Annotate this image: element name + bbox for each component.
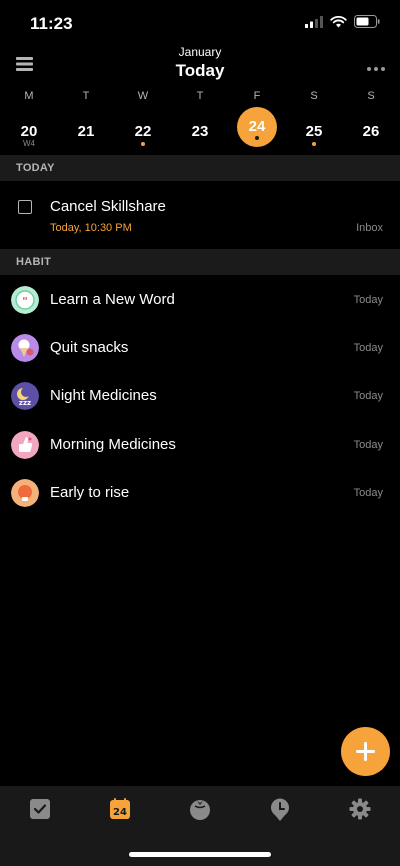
habit-item-night-medicines[interactable]: zzz Night Medicines Today: [0, 371, 400, 419]
task-item[interactable]: Cancel Skillshare Today, 10:30 PM Inbox: [0, 182, 400, 248]
habit-date: Today: [353, 294, 383, 306]
task-checkbox[interactable]: [18, 200, 32, 214]
task-indicator-dot: [312, 142, 316, 146]
day-25[interactable]: S 25: [286, 86, 342, 154]
checkbox-icon: [30, 799, 50, 819]
day-of-week: T: [196, 90, 204, 102]
thumbs-up-icon: [11, 431, 39, 459]
task-indicator-dot: [141, 142, 145, 146]
day-number: 22: [134, 123, 152, 140]
tab-calendar[interactable]: 24: [95, 796, 145, 826]
day-number: 23: [191, 123, 209, 140]
sunrise-icon: [11, 479, 39, 507]
battery-icon: [354, 15, 380, 28]
quote-bubble-icon: ": [11, 286, 39, 314]
section-title: HABIT: [16, 256, 52, 268]
task-due-date: Today, 10:30 PM: [50, 222, 132, 234]
more-button[interactable]: [366, 60, 386, 71]
day-number: 21: [77, 123, 95, 140]
moon-zzz-icon: zzz: [11, 382, 39, 410]
day-number: 25: [305, 123, 323, 140]
day-23[interactable]: T 23: [172, 86, 228, 154]
habit-date: Today: [353, 342, 383, 354]
status-bar: 11:23: [0, 0, 400, 48]
day-number: 24: [237, 107, 277, 147]
task-indicator-dot: [255, 136, 259, 140]
home-indicator: [129, 852, 271, 857]
day-22[interactable]: W 22: [115, 86, 171, 154]
svg-text:": ": [22, 295, 28, 308]
tab-pomodoro[interactable]: [175, 796, 225, 826]
gear-icon: [349, 798, 371, 820]
day-of-week: M: [24, 90, 34, 102]
calendar-day-number: 24: [113, 807, 127, 818]
add-task-button[interactable]: [341, 727, 390, 776]
status-icons: [305, 15, 380, 28]
habit-date: Today: [353, 390, 383, 402]
wifi-icon: [330, 15, 347, 27]
day-of-week: S: [367, 90, 375, 102]
day-of-week: T: [82, 90, 90, 102]
habit-label: Morning Medicines: [50, 436, 176, 453]
day-26[interactable]: S 26: [343, 86, 399, 154]
ellipsis-icon: [367, 67, 385, 71]
ice-cream-icon: [11, 334, 39, 362]
week-strip: M 20 W4 T 21 W 22 T 23 F 24 S 25 S 26: [0, 86, 400, 154]
habit-label: Early to rise: [50, 484, 130, 501]
status-time: 11:23: [30, 14, 73, 33]
day-of-week: F: [253, 90, 261, 102]
habit-label: Learn a New Word: [50, 291, 175, 308]
section-header-habit: HABIT: [0, 249, 400, 275]
header: January Today: [0, 44, 400, 84]
habit-item-quit-snacks[interactable]: Quit snacks Today: [0, 323, 400, 371]
task-title: Cancel Skillshare: [50, 198, 166, 215]
day-of-week: W: [137, 90, 149, 102]
task-list-name: Inbox: [356, 222, 383, 234]
day-24-selected[interactable]: F 24: [229, 86, 285, 154]
tomato-icon: [190, 800, 210, 820]
tab-habit-timer[interactable]: [255, 796, 305, 826]
tab-tasks[interactable]: [15, 796, 65, 826]
habit-label: Night Medicines: [50, 387, 157, 404]
plus-icon: [356, 742, 375, 761]
svg-text:zzz: zzz: [19, 399, 31, 407]
day-20[interactable]: M 20 W4: [1, 86, 57, 154]
tab-settings[interactable]: [335, 796, 385, 826]
page-title: Today: [175, 61, 225, 80]
section-header-today: TODAY: [0, 155, 400, 181]
habit-item-early-to-rise[interactable]: Early to rise Today: [0, 468, 400, 516]
clock-pin-icon: [271, 798, 289, 821]
section-title: TODAY: [16, 162, 55, 174]
habit-date: Today: [353, 439, 383, 451]
habit-label: Quit snacks: [50, 339, 129, 356]
habit-date: Today: [353, 487, 383, 499]
habit-item-morning-medicines[interactable]: Morning Medicines Today: [0, 420, 400, 468]
signal-icon: [305, 15, 323, 28]
day-21[interactable]: T 21: [58, 86, 114, 154]
calendar-icon: 24: [110, 798, 130, 819]
habit-item-learn-a-new-word[interactable]: " Learn a New Word Today: [0, 275, 400, 323]
month-label: January: [178, 45, 222, 59]
week-number: W4: [23, 139, 35, 148]
day-of-week: S: [310, 90, 318, 102]
day-number: 26: [362, 123, 380, 140]
